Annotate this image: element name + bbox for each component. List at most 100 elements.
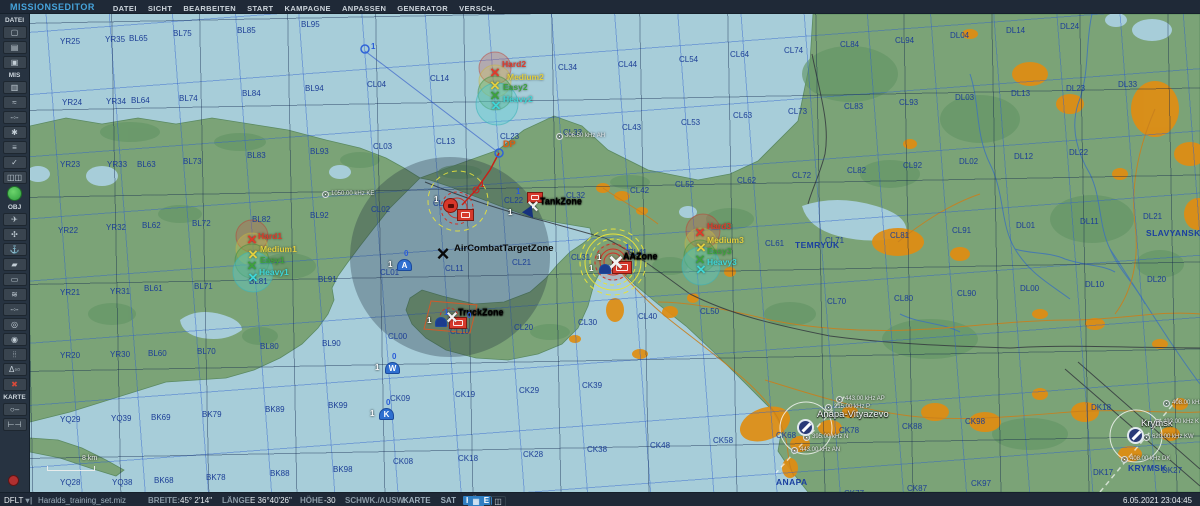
grid-label: DL22 xyxy=(1069,148,1088,157)
briefing-button[interactable]: ▥ xyxy=(3,81,27,94)
open-mission-button[interactable]: ▤ xyxy=(3,41,27,54)
grid-label: DL01 xyxy=(1016,221,1035,230)
unit-icon-red-aircraft[interactable] xyxy=(443,198,458,213)
grid-label: CL22 xyxy=(504,196,523,205)
start-mission-button[interactable] xyxy=(7,186,22,201)
grid-label: BK98 xyxy=(333,465,353,474)
map-canvas[interactable]: 8 km YR25YR35BL65BL75BL85BL95YR24YR34BL6… xyxy=(30,14,1200,492)
add-helicopter-button[interactable]: ✣ xyxy=(3,228,27,241)
waypoint-number-label: 1 xyxy=(388,260,392,269)
beacon-icon xyxy=(791,447,798,454)
grid-label: BK79 xyxy=(202,410,222,419)
grid-label: CK29 xyxy=(519,386,539,395)
delete-button[interactable]: ✖ xyxy=(3,378,27,391)
unit-icon-navy[interactable] xyxy=(599,264,611,274)
grid-label: DL03 xyxy=(955,93,974,102)
add-group-button[interactable]: ≋ xyxy=(3,288,27,301)
grid-label: CL44 xyxy=(618,60,637,69)
grid-label: YR32 xyxy=(106,223,126,232)
check-button[interactable]: ✓ xyxy=(3,156,27,169)
grid-label: CL91 xyxy=(952,226,971,235)
unit-icon-navy[interactable] xyxy=(435,317,447,327)
grid-label: CK88 xyxy=(902,422,922,431)
unit-icon-blue-w[interactable]: W xyxy=(385,362,400,374)
grid-label: CL52 xyxy=(675,180,694,189)
grid-label: CL00 xyxy=(388,332,407,341)
add-zone-button[interactable]: -◦- xyxy=(3,303,27,316)
rules-button[interactable]: ≡ xyxy=(3,141,27,154)
airfield-icon[interactable] xyxy=(1127,427,1144,444)
chevron-down-icon: ▾ xyxy=(26,496,30,505)
datetime: 6.05.2021 23:04:45 xyxy=(1123,496,1192,505)
mode-button-sat[interactable]: SAT xyxy=(438,496,459,505)
altitude-value: -30 xyxy=(324,496,336,505)
zone-cluster-label: Heavy3 xyxy=(707,257,737,267)
latitude-value: 45° 2'14" xyxy=(180,496,212,505)
unit-icon-blue-k[interactable]: K xyxy=(379,408,394,420)
menu-item-generator[interactable]: GENERATOR xyxy=(397,4,448,13)
add-vehicle-button[interactable]: ▰ xyxy=(3,258,27,271)
grid-label: BK68 xyxy=(154,476,174,485)
sections-button[interactable]: ⦙⦙ xyxy=(3,348,27,361)
grid-label: CK68 xyxy=(776,431,796,440)
beacon-frequency-label: 443.00 kHz AP xyxy=(845,396,885,402)
menu-item-sicht[interactable]: SICHT xyxy=(148,4,173,13)
preset-dropdown[interactable]: DFLT ▾ xyxy=(4,496,30,505)
add-static-button[interactable]: ▭ xyxy=(3,273,27,286)
grid-label: BK78 xyxy=(206,473,226,482)
unit-icon-red-target[interactable] xyxy=(457,209,474,221)
toolbar-section-label: OBJ xyxy=(0,204,29,211)
zone-circle-a-button[interactable]: ◎ xyxy=(3,318,27,331)
unit-icon-blue-a[interactable]: A xyxy=(397,259,412,271)
new-mission-button[interactable]: ▢ xyxy=(3,26,27,39)
distance-button[interactable]: ⊢⊣ xyxy=(3,418,27,431)
grid-label: CL81 xyxy=(890,231,909,240)
zone-cluster-label: Heavy1 xyxy=(259,267,289,277)
waypoint-number-label: 0 xyxy=(467,311,471,320)
add-airplane-button[interactable]: ✈ xyxy=(3,213,27,226)
beacon-frequency-label: 443.00 kHz AN xyxy=(800,447,840,453)
failures-button[interactable]: -◦- xyxy=(3,111,27,124)
frame-icon[interactable]: ◫ xyxy=(490,496,506,506)
airfield-icon[interactable] xyxy=(797,419,814,436)
grid-label: CL50 xyxy=(700,307,719,316)
exit-indicator-icon[interactable] xyxy=(8,475,19,486)
zone-cluster-label: Medium3 xyxy=(707,235,744,245)
zone-cluster-label: Easy1 xyxy=(260,255,285,265)
grid-label: CL02 xyxy=(371,205,390,214)
layers-icon[interactable]: ▦ xyxy=(468,496,484,506)
zone-cluster-label: Hard1 xyxy=(258,231,282,241)
railways xyxy=(425,54,1200,486)
zone-circle-b-button[interactable]: ◉ xyxy=(3,333,27,346)
template-button[interactable]: Δ◦▫ xyxy=(3,363,27,376)
grid-label: BL72 xyxy=(192,219,211,228)
grid-label: BK99 xyxy=(328,401,348,410)
menu-item-versch[interactable]: VERSCH. xyxy=(459,4,495,13)
grid-label: DL21 xyxy=(1143,212,1162,221)
menu-item-start[interactable]: START xyxy=(247,4,273,13)
grid-label: BL85 xyxy=(237,26,256,35)
toolbar-section-label: MIS xyxy=(0,72,29,79)
grid-label: BL84 xyxy=(242,89,261,98)
grid-label: YR20 xyxy=(60,351,80,360)
goals-button[interactable]: ◫◫ xyxy=(3,171,27,184)
weather-button[interactable]: ≈ xyxy=(3,96,27,109)
menu-item-anpassen[interactable]: ANPASSEN xyxy=(342,4,386,13)
grid-label: BL64 xyxy=(131,96,150,105)
grid-label: CK39 xyxy=(582,381,602,390)
grid-label: CK87 xyxy=(907,484,927,492)
save-mission-button[interactable]: ▣ xyxy=(3,56,27,69)
grid-label: CL82 xyxy=(847,166,866,175)
grid-label: YR22 xyxy=(58,226,78,235)
mode-button-karte[interactable]: KARTE xyxy=(400,496,434,505)
options-button[interactable]: ✱ xyxy=(3,126,27,139)
zone-label: AirCombatTargetZone xyxy=(454,243,554,254)
grid-label: DL11 xyxy=(1080,217,1099,226)
add-ship-button[interactable]: ⚓ xyxy=(3,243,27,256)
menu-item-bearbeiten[interactable]: BEARBEITEN xyxy=(183,4,236,13)
grid-label: CK09 xyxy=(390,394,410,403)
menu-item-datei[interactable]: DATEI xyxy=(113,4,137,13)
menu-item-kampagne[interactable]: KAMPAGNE xyxy=(285,4,331,13)
latitude-label: BREITE: xyxy=(148,496,180,505)
measure-button[interactable]: ○– xyxy=(3,403,27,416)
